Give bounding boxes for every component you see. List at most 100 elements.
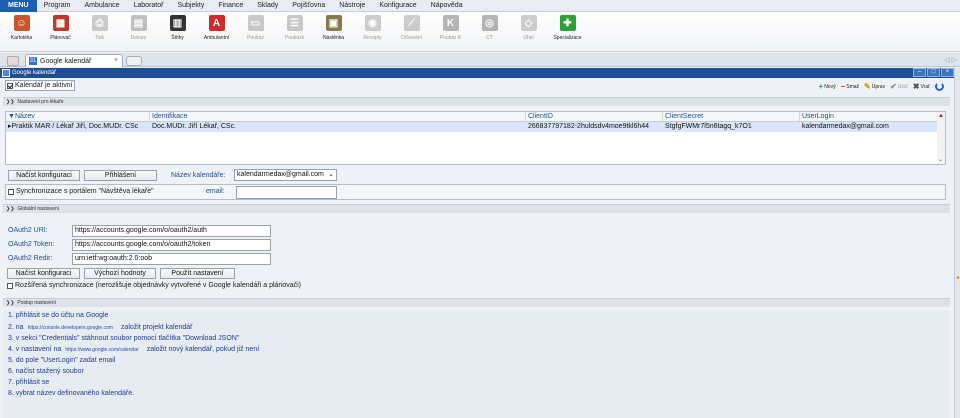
maximize-button[interactable]: □ — [927, 68, 940, 77]
developers-console-link[interactable]: https://console.developers.google.com — [28, 325, 113, 331]
tab-scroll-icon[interactable]: ◁ ▷ — [944, 56, 957, 64]
toolbar-label: Plánovač — [50, 35, 71, 41]
toolbar-label: Nástěnka — [322, 35, 345, 41]
puzzle-icon: ✚ — [559, 15, 576, 31]
toolbar-button-tisk[interactable]: ⎙ Tisk — [80, 12, 119, 52]
login-button[interactable]: Přihlášení — [84, 170, 157, 181]
barcode-icon: ▥ — [169, 15, 186, 31]
scroll-down-icon[interactable]: ⌄ — [938, 156, 943, 163]
toolbar-button-poukaz[interactable]: ▭ Poukaz — [236, 12, 275, 52]
new-tab-button[interactable] — [126, 56, 142, 66]
sync-checkbox[interactable]: Synchronizace s portálem "Návštěva lékař… — [8, 188, 154, 195]
toolbar-button-dekurz[interactable]: ▤ Dekurz — [119, 12, 158, 52]
toolbar-button-kartot-ka[interactable]: ☺ Kartotéka — [2, 12, 41, 52]
new-button[interactable]: + Nový — [819, 82, 836, 91]
angle-icon: ◇ — [520, 15, 537, 31]
column-header-userlogin[interactable]: UserLogin — [800, 112, 939, 121]
menu-sklady[interactable]: Sklady — [250, 0, 285, 12]
toolbar-button-o-kov-n-[interactable]: ⟋ Očkování — [392, 12, 431, 52]
sort-arrow-icon: ▼ — [8, 113, 15, 120]
step-2-text: 2. na — [8, 324, 24, 331]
tab-google-calendar[interactable]: 31 Google kalendář × — [25, 54, 123, 67]
cell-nazev-text: Praktik MAR / Lékař Jiří, Doc.MUDr. CSc — [11, 123, 139, 130]
toolbar-label: Specializace — [553, 35, 582, 41]
column-header-clientid[interactable]: ClientID — [526, 112, 663, 121]
menu-ambulance[interactable]: Ambulance — [77, 0, 126, 12]
steps-panel: 1. přihlásit se do účtu na Google 2. na h… — [3, 311, 950, 418]
defaults-button[interactable]: Výchozí hodnoty — [84, 268, 156, 279]
close-window-button[interactable]: × — [941, 68, 954, 77]
menu-nastroje[interactable]: Nástroje — [332, 0, 372, 12]
toolbar-button-recepty[interactable]: ◉ Recepty — [353, 12, 392, 52]
refresh-icon[interactable] — [935, 82, 944, 91]
global-load-config-button[interactable]: Načíst konfiguraci — [7, 268, 80, 279]
email-field[interactable] — [236, 186, 337, 199]
toolbar-label: CT — [486, 35, 493, 41]
window-title-bar: Google kalendář – □ × — [0, 68, 954, 78]
toolbar-button-ambulantn-[interactable]: A Ambulantní — [197, 12, 236, 52]
section-doctor-title: Nastavení pro lékaře — [17, 99, 64, 105]
toolbar-button-pouk-zk[interactable]: ☰ Poukázk — [275, 12, 314, 52]
menu-pojistovna[interactable]: Pojišťovna — [285, 0, 332, 12]
tab-close-icon[interactable]: × — [114, 57, 118, 64]
sync-panel: Synchronizace s portálem "Návštěva lékař… — [5, 184, 946, 200]
menu-program[interactable]: Program — [37, 0, 78, 12]
toolbar-button-ct[interactable]: ◎ CT — [470, 12, 509, 52]
window-controls: – □ × — [912, 68, 954, 78]
step-2: 2. na https://console.developers.google.c… — [8, 324, 193, 331]
toolbar-button-specializace[interactable]: ✚ Specializace — [548, 12, 587, 52]
toolbar-button-pl-nova-[interactable]: ▦ Plánovač — [41, 12, 80, 52]
google-calendar-link[interactable]: https://www.google.com/calendar — [65, 347, 138, 353]
extended-sync-checkbox[interactable]: Rozšířená synchronizace (nerozlišuje obj… — [7, 282, 301, 289]
calendar-name-select[interactable]: kalendarmedax@gmail.com ⌄ — [234, 169, 337, 181]
grid-scrollbar[interactable]: ▲ ⌄ — [937, 112, 945, 164]
save-button[interactable]: ✔ Ulož — [890, 82, 908, 91]
toolbar-label: Štítky — [171, 35, 184, 41]
home-tab-icon[interactable] — [7, 56, 19, 66]
oauth-redir-field[interactable]: urn:ietf:wg:oauth:2.0:oob — [72, 253, 271, 265]
minimize-button[interactable]: – — [913, 68, 926, 77]
cell-userlogin: kalendarmedax@gmail.com — [802, 123, 889, 130]
checkbox-icon[interactable] — [8, 188, 14, 195]
edit-button[interactable]: ✎ Uprav — [864, 82, 885, 91]
checkbox-icon[interactable] — [7, 82, 13, 89]
load-config-button[interactable]: Načíst konfiguraci — [8, 170, 80, 181]
column-header-clientsecret[interactable]: ClientSecret — [663, 112, 800, 121]
active-checkbox[interactable]: Kalendář je aktivní — [5, 80, 75, 91]
checkbox-icon[interactable] — [7, 282, 13, 289]
section-header-global[interactable]: ❯❯ Globální nastavení — [3, 204, 950, 213]
oauth-token-field[interactable]: https://accounts.google.com/o/oauth2/tok… — [72, 239, 271, 251]
table-row[interactable]: ▸Praktik MAR / Lékař Jiří, Doc.MUDr. CSc… — [6, 122, 945, 132]
delete-button[interactable]: − Smaž — [841, 82, 859, 91]
sync-label: Synchronizace s portálem "Návštěva lékař… — [16, 188, 154, 195]
menu-laborator[interactable]: Laboratoř — [127, 0, 171, 12]
menu-finance[interactable]: Finance — [211, 0, 250, 12]
menu-subjekty[interactable]: Subjekty — [170, 0, 211, 12]
side-panel-collapse[interactable]: ◂ — [954, 68, 960, 418]
section-header-doctor[interactable]: ❯❯ Nastavení pro lékaře — [3, 97, 950, 106]
revert-button[interactable]: ✖ Vrať — [913, 82, 930, 91]
column-header-identifikace[interactable]: Identifikace — [150, 112, 526, 121]
pencil-icon: ✎ — [864, 82, 871, 91]
toolbar-button--hel[interactable]: ◇ Úhel — [509, 12, 548, 52]
chevron-down-icon: ⌄ — [328, 171, 334, 178]
menu-napoveda[interactable]: Nápověda — [424, 0, 470, 12]
oauth-uri-field[interactable]: https://accounts.google.com/o/oauth2/aut… — [72, 225, 271, 237]
menu-button[interactable]: MENU — [0, 0, 37, 12]
column-header-nazev[interactable]: ▼Název — [6, 112, 150, 121]
toolbar-label: Ambulantní — [203, 35, 230, 41]
section-header-steps[interactable]: ❯❯ Postup nastavení — [3, 298, 950, 307]
toolbar-label: Dekurz — [130, 35, 147, 41]
toolbar-label: Očkování — [400, 35, 423, 41]
toolbar-button-n-st-nka[interactable]: ▣ Nástěnka — [314, 12, 353, 52]
new-label: Nový — [824, 83, 836, 90]
menu-konfigurace[interactable]: Konfigurace — [372, 0, 423, 12]
toolbar-button-poukaz-k[interactable]: K Poukaz K — [431, 12, 470, 52]
expand-panel-icon[interactable]: ◂ — [956, 274, 959, 281]
apply-settings-button[interactable]: Použít nastavení — [160, 268, 235, 279]
email-label: email: — [206, 188, 225, 195]
cell-clientid: 266837797182-2huldsdv4moe9tkl6h44 — [528, 123, 650, 130]
step-6: 6. načíst stažený soubor — [8, 368, 84, 375]
toolbar-button--t-tky[interactable]: ▥ Štítky — [158, 12, 197, 52]
scroll-up-icon[interactable]: ▲ — [938, 113, 944, 119]
